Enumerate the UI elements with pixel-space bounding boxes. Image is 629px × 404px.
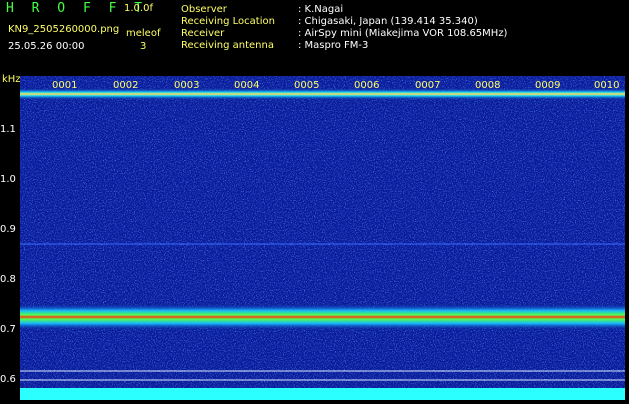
filename-label: KN9_2505260000.png (8, 24, 120, 35)
mode-label: meleof (126, 28, 161, 39)
version-label: 1.0.0f (124, 3, 153, 14)
axis-unit: kHz (2, 74, 21, 85)
info-value-observer: : K.Nagai (298, 4, 344, 15)
time-marker-1: 0001 (52, 80, 78, 91)
time-marker-2: 0002 (113, 80, 139, 91)
time-marker-9: 0009 (535, 80, 561, 91)
y-tick-1.0: 1.0 (0, 174, 16, 185)
y-tick-0.9: 0.9 (0, 224, 16, 235)
time-marker-10: 0010 (594, 80, 620, 91)
y-tick-0.8: 0.8 (0, 274, 16, 285)
info-value-location: : Chigasaki, Japan (139.414 35.340) (298, 16, 478, 27)
info-value-receiver: : AirSpy mini (Miakejima VOR 108.65MHz) (298, 28, 508, 39)
info-label-location: Receiving Location (181, 16, 275, 27)
mode-value: 3 (140, 41, 147, 52)
spectrogram (20, 76, 625, 400)
info-value-antenna: : Maspro FM-3 (298, 40, 369, 51)
y-tick-0.6: 0.6 (0, 374, 16, 385)
info-label-receiver: Receiver (181, 28, 225, 39)
y-tick-1.1: 1.1 (0, 124, 16, 135)
main-band (20, 304, 625, 330)
time-marker-6: 0006 (354, 80, 380, 91)
time-marker-3: 0003 (174, 80, 200, 91)
info-label-antenna: Receiving antenna (181, 40, 274, 51)
y-tick-0.7: 0.7 (0, 324, 16, 335)
spectrogram-svg (20, 76, 625, 400)
time-marker-4: 0004 (234, 80, 260, 91)
time-marker-5: 0005 (294, 80, 320, 91)
time-marker-7: 0007 (415, 80, 441, 91)
header: H R O F F T 1.0.0f KN9_2505260000.png 25… (0, 0, 629, 74)
info-label-observer: Observer (181, 4, 227, 15)
time-marker-8: 0008 (475, 80, 501, 91)
datetime-label: 25.05.26 00:00 (8, 41, 85, 52)
